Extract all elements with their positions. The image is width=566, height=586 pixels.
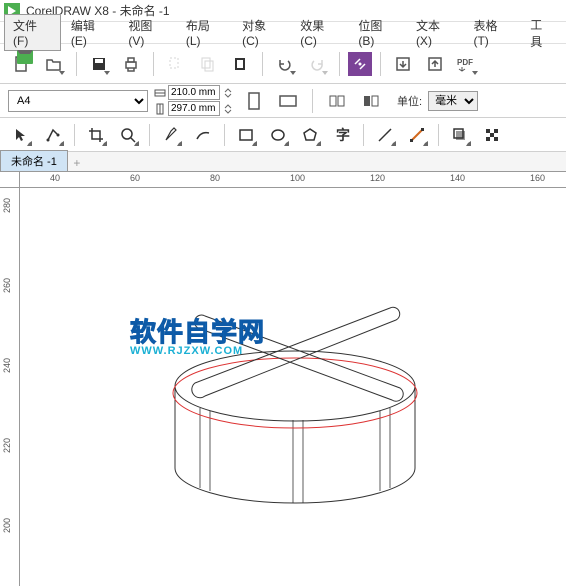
separator <box>312 89 313 113</box>
unit-select[interactable]: 毫米 <box>428 91 478 111</box>
connector-tool[interactable] <box>404 122 430 148</box>
import-button[interactable] <box>389 50 417 78</box>
ruler-tick: 280 <box>2 198 12 213</box>
stepper-icon[interactable] <box>222 87 234 99</box>
page-dimensions <box>154 85 234 116</box>
ruler-origin[interactable] <box>0 172 20 188</box>
document-tab[interactable]: 未命名 -1 <box>0 150 68 171</box>
menu-view[interactable]: 视图(V) <box>120 15 176 50</box>
new-document-button[interactable] <box>8 50 36 78</box>
ruler-tick: 100 <box>290 173 305 183</box>
svg-text:PDF: PDF <box>457 58 473 67</box>
menu-table[interactable]: 表格(T) <box>465 15 520 50</box>
ruler-tick: 140 <box>450 173 465 183</box>
ruler-tick: 40 <box>50 173 60 183</box>
polygon-tool[interactable] <box>297 122 323 148</box>
menu-effects[interactable]: 效果(C) <box>292 15 348 50</box>
text-tool[interactable]: 字 <box>329 122 355 148</box>
vertical-ruler[interactable]: 280 260 240 220 200 <box>0 188 20 586</box>
copy-button[interactable] <box>194 50 222 78</box>
ruler-tick: 80 <box>210 173 220 183</box>
search-content-button[interactable] <box>348 52 372 76</box>
dimension-tool[interactable] <box>372 122 398 148</box>
freehand-tool[interactable] <box>158 122 184 148</box>
open-button[interactable] <box>40 50 68 78</box>
separator <box>149 124 150 146</box>
separator <box>224 124 225 146</box>
crop-tool[interactable] <box>83 122 109 148</box>
current-page-button[interactable] <box>357 87 385 115</box>
menu-object[interactable]: 对象(C) <box>234 15 290 50</box>
artistic-media-tool[interactable] <box>190 122 216 148</box>
paste-button[interactable] <box>226 50 254 78</box>
menu-file[interactable]: 文件(F) <box>4 14 61 51</box>
svg-text:字: 字 <box>336 127 350 143</box>
separator <box>438 124 439 146</box>
save-button[interactable] <box>85 50 113 78</box>
document-tab-strip: 未命名 -1 + <box>0 152 566 172</box>
redo-button[interactable] <box>303 50 331 78</box>
property-bar: A4 单位: 毫米 <box>0 84 566 118</box>
ruler-tick: 260 <box>2 278 12 293</box>
pick-tool[interactable] <box>8 122 34 148</box>
canvas[interactable]: 软件自学网 WWW.RJZXW.COM <box>20 188 566 586</box>
rectangle-tool[interactable] <box>233 122 259 148</box>
portrait-button[interactable] <box>240 87 268 115</box>
separator <box>380 52 381 76</box>
add-tab-button[interactable]: + <box>68 155 86 171</box>
menubar: 文件(F) 编辑(E) 视图(V) 布局(L) 对象(C) 效果(C) 位图(B… <box>0 22 566 44</box>
page-height-input[interactable] <box>168 101 220 116</box>
unit-label: 单位: <box>397 93 422 109</box>
stepper-icon[interactable] <box>222 103 234 115</box>
shape-tool[interactable] <box>40 122 66 148</box>
cut-button[interactable] <box>162 50 190 78</box>
standard-toolbar: PDF <box>0 44 566 84</box>
separator <box>262 52 263 76</box>
ruler-tick: 220 <box>2 438 12 453</box>
separator <box>153 52 154 76</box>
page-size-select[interactable]: A4 <box>8 90 148 112</box>
landscape-button[interactable] <box>274 87 302 115</box>
watermark: 软件自学网 WWW.RJZXW.COM <box>130 312 265 357</box>
ruler-tick: 160 <box>530 173 545 183</box>
horizontal-ruler[interactable]: 40 60 80 100 120 140 160 <box>20 172 566 188</box>
toolbox-bar: 字 <box>0 118 566 152</box>
menu-layout[interactable]: 布局(L) <box>178 15 232 50</box>
publish-pdf-button[interactable]: PDF <box>453 50 481 78</box>
workspace: 40 60 80 100 120 140 160 280 260 240 220… <box>0 172 566 586</box>
ruler-tick: 60 <box>130 173 140 183</box>
menu-bitmap[interactable]: 位图(B) <box>350 15 406 50</box>
width-icon <box>154 87 166 99</box>
undo-button[interactable] <box>271 50 299 78</box>
export-button[interactable] <box>421 50 449 78</box>
menu-edit[interactable]: 编辑(E) <box>63 15 119 50</box>
print-button[interactable] <box>117 50 145 78</box>
separator <box>363 124 364 146</box>
height-icon <box>154 103 166 115</box>
all-pages-button[interactable] <box>323 87 351 115</box>
transparency-tool[interactable] <box>479 122 505 148</box>
ellipse-tool[interactable] <box>265 122 291 148</box>
separator <box>76 52 77 76</box>
drum-drawing <box>20 188 566 586</box>
separator <box>74 124 75 146</box>
menu-text[interactable]: 文本(X) <box>408 15 464 50</box>
menu-tools[interactable]: 工具 <box>522 14 562 52</box>
watermark-text-cn: 软件自学网 <box>130 312 265 349</box>
separator <box>339 52 340 76</box>
drop-shadow-tool[interactable] <box>447 122 473 148</box>
ruler-tick: 120 <box>370 173 385 183</box>
page-width-input[interactable] <box>168 85 220 100</box>
ruler-tick: 200 <box>2 518 12 533</box>
ruler-tick: 240 <box>2 358 12 373</box>
zoom-tool[interactable] <box>115 122 141 148</box>
